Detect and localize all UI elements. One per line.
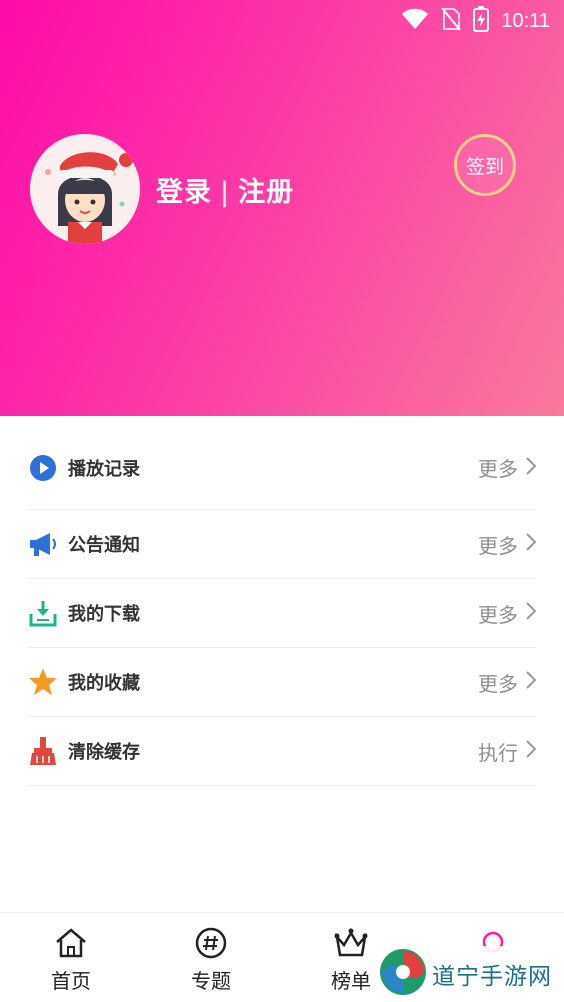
auth-links: 登录 | 注册 (156, 170, 294, 209)
signin-label: 签到 (465, 155, 504, 178)
menu-item-action: 更多 (478, 533, 518, 558)
star-icon (28, 667, 58, 697)
menu-item-favorites[interactable]: 我的收藏 更多 (28, 648, 537, 717)
no-sim-icon (441, 7, 462, 35)
play-icon (28, 453, 58, 483)
menu-item-announcements[interactable]: 公告通知 更多 (28, 510, 537, 579)
chevron-right-icon (526, 601, 537, 625)
menu-item-action: 更多 (478, 602, 518, 627)
signin-button[interactable]: 签到 (454, 134, 516, 196)
menu-item-downloads[interactable]: 我的下载 更多 (28, 579, 537, 648)
profile-header: 10:11 登录 | 注册 签到 (0, 0, 564, 416)
broom-icon (28, 736, 58, 766)
status-time: 10:11 (501, 9, 550, 32)
chevron-right-icon (526, 739, 537, 763)
menu-item-label: 播放记录 (68, 458, 140, 480)
menu-item-label: 我的下载 (68, 604, 140, 625)
chevron-right-icon (526, 670, 537, 694)
register-link[interactable]: 注册 (238, 177, 294, 208)
tab-topics[interactable]: 专题 (171, 927, 251, 994)
tab-label: 首页 (51, 969, 91, 993)
menu-item-action: 更多 (478, 671, 518, 696)
chevron-right-icon (526, 456, 537, 480)
megaphone-icon (28, 529, 58, 559)
menu-item-label: 公告通知 (68, 535, 140, 556)
login-link[interactable]: 登录 (156, 177, 212, 208)
wifi-icon (401, 8, 429, 34)
crown-icon (333, 927, 369, 963)
watermark: 道宁手游网 (378, 946, 564, 1002)
tab-home[interactable]: 首页 (31, 927, 111, 994)
avatar[interactable] (30, 134, 140, 244)
home-icon (54, 927, 88, 963)
menu-item-clear-cache[interactable]: 清除缓存 执行 (28, 717, 537, 786)
menu-list: 播放记录 更多 公告通知 更多 我的下载 更多 我的收藏 更多 清除缓存 执行 (28, 426, 564, 786)
battery-charging-icon (473, 6, 490, 36)
watermark-logo (378, 947, 428, 1001)
hashtag-icon (195, 927, 227, 963)
menu-item-play-history[interactable]: 播放记录 更多 (28, 426, 537, 510)
chevron-right-icon (526, 532, 537, 556)
tab-label: 专题 (191, 969, 231, 993)
watermark-text: 道宁手游网 (432, 964, 552, 990)
menu-item-action: 执行 (478, 740, 518, 765)
status-bar: 10:11 (0, 0, 564, 38)
menu-item-action: 更多 (478, 457, 518, 481)
download-icon (28, 598, 58, 628)
menu-item-label: 我的收藏 (68, 673, 140, 694)
tab-label: 榜单 (331, 969, 371, 993)
menu-item-label: 清除缓存 (68, 742, 140, 763)
auth-separator: | (220, 177, 231, 208)
